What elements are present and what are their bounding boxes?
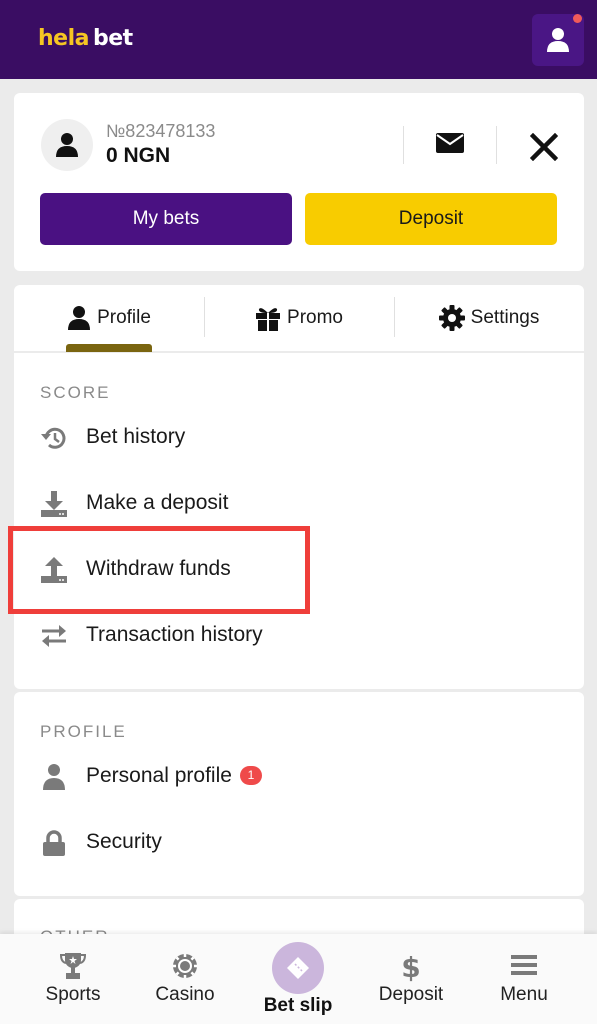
tab-promo[interactable]: Promo bbox=[204, 285, 394, 351]
section-title: PROFILE bbox=[40, 722, 127, 741]
my-bets-button[interactable]: My bets bbox=[40, 193, 292, 245]
active-tab-indicator bbox=[66, 344, 152, 352]
avatar bbox=[41, 119, 93, 171]
section-title: SCORE bbox=[40, 383, 111, 402]
logo-hela: hela bbox=[38, 26, 89, 51]
lock-icon bbox=[43, 830, 65, 856]
menu-item-make-deposit[interactable]: Make a deposit bbox=[14, 478, 584, 530]
tab-label: Promo bbox=[287, 307, 343, 328]
nav-label: Menu bbox=[500, 984, 548, 1005]
casino-chip-icon bbox=[173, 954, 197, 978]
nav-bet-slip[interactable] bbox=[272, 942, 324, 994]
user-icon bbox=[56, 133, 78, 157]
divider bbox=[403, 126, 404, 164]
profile-section: PROFILE Personal profile 1 Security bbox=[14, 692, 584, 896]
user-icon bbox=[547, 28, 569, 52]
notification-dot bbox=[573, 14, 582, 23]
menu-item-security[interactable]: Security bbox=[14, 817, 584, 869]
close-button[interactable] bbox=[528, 131, 560, 163]
trophy-icon bbox=[60, 953, 86, 979]
transfer-arrows-icon bbox=[42, 625, 66, 647]
messages-button[interactable] bbox=[432, 133, 468, 159]
tab-label: Settings bbox=[470, 307, 540, 328]
nav-deposit[interactable]: $ Deposit bbox=[356, 934, 466, 1024]
notification-badge: 1 bbox=[239, 766, 262, 785]
envelope-icon bbox=[436, 133, 464, 153]
balance: 0 NGN bbox=[106, 144, 171, 167]
menu-item-label: Personal profile 1 bbox=[86, 764, 262, 788]
history-icon bbox=[41, 427, 66, 449]
profile-tabs: Profile Promo Settings bbox=[14, 285, 584, 352]
svg-text:$: $ bbox=[401, 952, 420, 982]
gear-icon bbox=[438, 305, 465, 331]
menu-item-label: Transaction history bbox=[86, 623, 263, 646]
nav-label: Deposit bbox=[378, 984, 444, 1005]
deposit-button[interactable]: Deposit bbox=[305, 193, 557, 245]
gift-icon bbox=[256, 308, 281, 331]
menu-item-label: Security bbox=[86, 830, 162, 853]
ticket-icon bbox=[287, 957, 309, 979]
nav-label: Casino bbox=[155, 984, 215, 1005]
user-card: №823478133 0 NGN My bets Deposit bbox=[14, 93, 584, 271]
nav-sports[interactable]: Sports bbox=[18, 934, 128, 1024]
menu-item-label: Bet history bbox=[86, 425, 186, 448]
nav-menu[interactable]: Menu bbox=[469, 934, 579, 1024]
nav-label: Sports bbox=[45, 984, 101, 1005]
top-bar: hela bet bbox=[0, 0, 597, 79]
nav-casino[interactable]: Casino bbox=[130, 934, 240, 1024]
score-section: SCORE Bet history Make a deposit Withdra… bbox=[14, 353, 584, 689]
helabet-logo[interactable]: hela bet bbox=[38, 26, 133, 51]
tab-profile[interactable]: Profile bbox=[14, 285, 204, 351]
menu-item-personal-profile[interactable]: Personal profile 1 bbox=[14, 751, 584, 803]
tab-settings[interactable]: Settings bbox=[394, 285, 584, 351]
menu-item-bet-history[interactable]: Bet history bbox=[14, 412, 584, 464]
account-number: №823478133 bbox=[106, 121, 216, 141]
personal-profile-label: Personal profile bbox=[86, 764, 232, 787]
download-icon bbox=[41, 491, 67, 517]
hamburger-menu-icon bbox=[511, 955, 537, 975]
menu-item-label: Make a deposit bbox=[86, 491, 229, 514]
bottom-navigation: Sports Casino Bet slip $ Deposit Menu bbox=[0, 934, 597, 1024]
close-icon bbox=[529, 132, 559, 162]
dollar-icon: $ bbox=[401, 952, 420, 982]
user-icon bbox=[68, 306, 91, 330]
menu-item-transaction-history[interactable]: Transaction history bbox=[14, 610, 584, 662]
user-icon bbox=[43, 764, 65, 790]
divider bbox=[496, 126, 497, 164]
tab-label: Profile bbox=[97, 307, 151, 328]
withdraw-highlight-box bbox=[8, 526, 310, 614]
logo-bet: bet bbox=[92, 26, 133, 51]
nav-label[interactable]: Bet slip bbox=[243, 995, 353, 1017]
